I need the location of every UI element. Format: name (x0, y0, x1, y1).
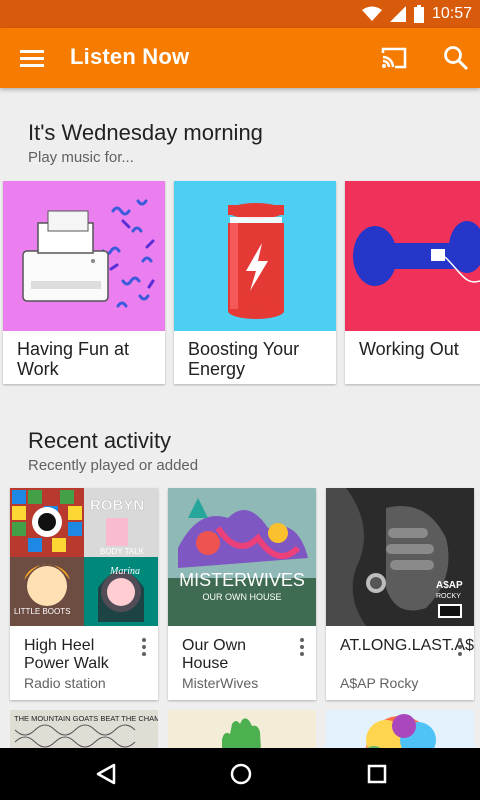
app-bar: Listen Now (0, 28, 480, 88)
recent-card-subtitle: MisterWives (182, 675, 259, 691)
status-time: 10:57 (431, 5, 472, 22)
main-content[interactable]: It's Wednesday morning Play music for...… (0, 88, 480, 748)
recent-card-peek-2[interactable] (168, 710, 316, 748)
marina-text: Marina (109, 566, 140, 577)
wifi-icon (361, 6, 382, 21)
recent-card-high-heel-power-walk[interactable]: ROBYN BODY TALK LITTLE BOOTS Marina High… (10, 488, 158, 700)
album-art-colorful-splash (326, 710, 474, 748)
body-talk-text: BODY TALK (100, 547, 145, 556)
home-icon[interactable] (229, 762, 253, 786)
printer-art (3, 181, 165, 331)
recents-icon[interactable] (367, 764, 387, 784)
misterwives-text: MISTERWIVES (179, 570, 305, 590)
more-options-icon[interactable] (138, 636, 150, 656)
more-options-icon[interactable] (296, 636, 308, 656)
recent-card-mountain-goats[interactable]: THE MOUNTAIN GOATS BEAT THE CHAMP (10, 710, 158, 748)
recent-card-title: AT.LONG.LAST.A$AP (340, 637, 474, 654)
rocky-art-text: ROCKY (436, 593, 461, 600)
mood-card-working-out[interactable]: Working Out (345, 181, 480, 384)
cast-icon[interactable] (380, 45, 408, 71)
recent-section-subheading: Recently played or added (28, 457, 199, 474)
mood-card-boosting-energy[interactable]: Boosting Your Energy (174, 181, 336, 384)
recent-card-title: High Heel Power Walk (24, 637, 109, 672)
robyn-text: ROBYN (90, 497, 144, 514)
recent-card-our-own-house[interactable]: MISTERWIVES OUR OWN HOUSE Our Own House … (168, 488, 316, 700)
recent-section-heading: Recent activity (28, 428, 172, 453)
battery-art (174, 181, 336, 331)
mood-card-fun-at-work[interactable]: Having Fun at Work (3, 181, 165, 384)
mountain-goats-text: THE MOUNTAIN GOATS BEAT THE CHAMP (14, 714, 158, 723)
dumbbell-art (345, 181, 480, 331)
mood-card-label: Boosting Your Energy (188, 339, 300, 379)
recent-card-subtitle: A$AP Rocky (340, 675, 419, 691)
back-icon[interactable] (95, 763, 117, 785)
menu-icon[interactable] (16, 46, 48, 70)
album-art-green-hand (168, 710, 316, 748)
album-art-asap: A$AP ROCKY (326, 488, 474, 626)
collage-art: ROBYN BODY TALK LITTLE BOOTS Marina (10, 488, 158, 626)
asap-art-text: A$AP (436, 580, 463, 591)
mood-section-subheading: Play music for... (28, 149, 134, 166)
search-icon[interactable] (442, 44, 470, 72)
recent-card-subtitle: Radio station (24, 675, 106, 691)
cell-signal-icon (389, 6, 406, 22)
recent-card-title: Our Own House (182, 637, 247, 672)
battery-icon (413, 5, 424, 23)
album-art-misterwives: MISTERWIVES OUR OWN HOUSE (168, 488, 316, 626)
little-boots-text: LITTLE BOOTS (14, 607, 70, 616)
recent-card-at-long-last-asap[interactable]: A$AP ROCKY AT.LONG.LAST.A$AP A$AP Rocky (326, 488, 474, 700)
system-nav-bar (0, 748, 480, 800)
page-title: Listen Now (70, 44, 190, 69)
more-options-icon[interactable] (454, 636, 466, 656)
mood-card-label: Having Fun at Work (17, 339, 130, 379)
our-own-house-text: OUR OWN HOUSE (202, 592, 281, 602)
mood-section-heading: It's Wednesday morning (28, 120, 263, 145)
recent-card-peek-3[interactable] (326, 710, 474, 748)
status-bar: 10:57 (0, 0, 480, 28)
mood-card-label: Working Out (359, 339, 459, 359)
album-art-mountain-goats: THE MOUNTAIN GOATS BEAT THE CHAMP (10, 710, 158, 748)
